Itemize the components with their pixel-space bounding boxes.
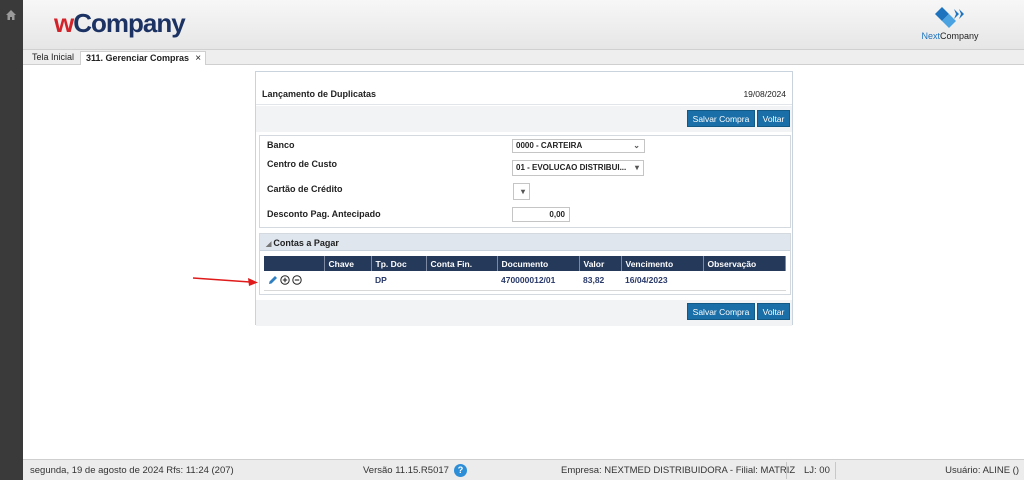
red-arrow-annotation <box>192 277 258 286</box>
status-version: Versão 11.15.R5017 <box>363 465 449 476</box>
banco-label: Banco <box>267 140 295 150</box>
status-bar: segunda, 19 de agosto de 2024 Rfs: 11:24… <box>23 459 1024 480</box>
panel-date: 19/08/2024 <box>743 89 786 99</box>
tab-bar: Tela Inicial 311. Gerenciar Compras × <box>23 50 1024 65</box>
cell-tp-doc: DP <box>371 271 426 291</box>
col-documento[interactable]: Documento <box>497 256 580 271</box>
table-row[interactable]: DP 470000012/01 83,82 16/04/2023 <box>264 271 786 291</box>
contas-table: Chave Tp. Doc Conta Fin. Documento Valor… <box>264 256 786 291</box>
brand-logo: wCompany <box>54 8 186 39</box>
status-usuario: Usuário: ALINE () <box>945 465 1019 476</box>
cartao-credito-label: Cartão de Crédito <box>267 184 343 194</box>
row-actions <box>264 271 324 291</box>
brand-name: Company <box>73 8 185 38</box>
help-icon[interactable]: ? <box>454 464 467 477</box>
home-icon[interactable] <box>5 9 17 21</box>
cell-observacao <box>703 271 786 291</box>
partner-name-b: Company <box>939 31 979 41</box>
desconto-label: Desconto Pag. Antecipado <box>267 209 381 219</box>
divider <box>256 104 792 105</box>
cell-chave <box>324 271 371 291</box>
remove-circle-icon[interactable] <box>292 275 302 285</box>
left-sidebar <box>0 0 23 480</box>
col-tp-doc[interactable]: Tp. Doc <box>371 256 427 271</box>
section-title-text: Contas a Pagar <box>273 238 339 248</box>
cartao-credito-select[interactable]: ▾ <box>513 183 530 200</box>
caret-down-icon: ▾ <box>634 163 639 172</box>
contas-a-pagar-section: ◢ Contas a Pagar Chave Tp. Doc Conta Fin… <box>259 233 791 295</box>
partner-logo: NextCompany <box>918 5 982 45</box>
col-observacao[interactable]: Observação <box>703 256 786 271</box>
centro-custo-label: Centro de Custo <box>267 159 338 169</box>
close-icon[interactable]: × <box>195 52 201 65</box>
status-lj: LJ: 00 <box>804 465 830 476</box>
chevron-down-icon: ⌄ <box>633 141 640 150</box>
back-button-bottom[interactable]: Voltar <box>757 303 790 320</box>
status-datetime: segunda, 19 de agosto de 2024 Rfs: 11:24… <box>30 465 234 476</box>
tab-tela-inicial[interactable]: Tela Inicial <box>27 51 79 65</box>
centro-custo-value: 01 - EVOLUCAO DISTRIBUI... <box>516 163 627 172</box>
banco-select[interactable]: 0000 - CARTEIRA ⌄ <box>512 139 645 153</box>
payment-form: Banco 0000 - CARTEIRA ⌄ Centro de Custo … <box>259 135 791 228</box>
tab-gerenciar-compras[interactable]: 311. Gerenciar Compras × <box>80 51 207 65</box>
col-valor[interactable]: Valor <box>579 256 622 271</box>
cell-conta-fin <box>426 271 497 291</box>
col-chave[interactable]: Chave <box>324 256 372 271</box>
save-purchase-button-bottom[interactable]: Salvar Compra <box>687 303 755 320</box>
edit-pencil-icon[interactable] <box>268 275 278 285</box>
app-header: wCompany NextCompany <box>23 0 1024 50</box>
divider <box>835 462 836 479</box>
add-circle-icon[interactable] <box>280 275 290 285</box>
col-vencimento[interactable]: Vencimento <box>621 256 704 271</box>
col-actions <box>264 256 325 271</box>
diamond-logo-icon <box>935 7 964 28</box>
cell-documento: 470000012/01 <box>497 271 579 291</box>
section-header[interactable]: ◢ Contas a Pagar <box>260 234 790 251</box>
duplicatas-panel: Lançamento de Duplicatas 19/08/2024 Salv… <box>255 71 793 326</box>
desconto-input[interactable]: 0,00 <box>512 207 570 222</box>
status-empresa: Empresa: NEXTMED DISTRIBUIDORA - Filial:… <box>561 465 796 476</box>
tab-label: 311. Gerenciar Compras <box>86 53 190 63</box>
top-button-row: Salvar Compra Voltar <box>256 106 792 132</box>
banco-value: 0000 - CARTEIRA <box>516 141 583 150</box>
divider <box>786 462 787 479</box>
bottom-button-row: Salvar Compra Voltar <box>256 300 792 326</box>
partner-name-a: Next <box>921 31 940 41</box>
table-header-row: Chave Tp. Doc Conta Fin. Documento Valor… <box>264 256 786 271</box>
save-purchase-button[interactable]: Salvar Compra <box>687 110 755 127</box>
brand-w: w <box>54 8 74 38</box>
section-title: ◢ Contas a Pagar <box>266 238 339 248</box>
centro-custo-select[interactable]: 01 - EVOLUCAO DISTRIBUI... ▾ <box>512 160 644 176</box>
caret-down-icon: ▾ <box>520 187 525 196</box>
page-title: Lançamento de Duplicatas <box>262 89 377 99</box>
partner-name: NextCompany <box>918 31 982 41</box>
tab-label: Tela Inicial <box>32 52 75 62</box>
col-conta-fin[interactable]: Conta Fin. <box>426 256 498 271</box>
cell-valor: 83,82 <box>579 271 621 291</box>
cell-vencimento: 16/04/2023 <box>621 271 703 291</box>
back-button[interactable]: Voltar <box>757 110 790 127</box>
